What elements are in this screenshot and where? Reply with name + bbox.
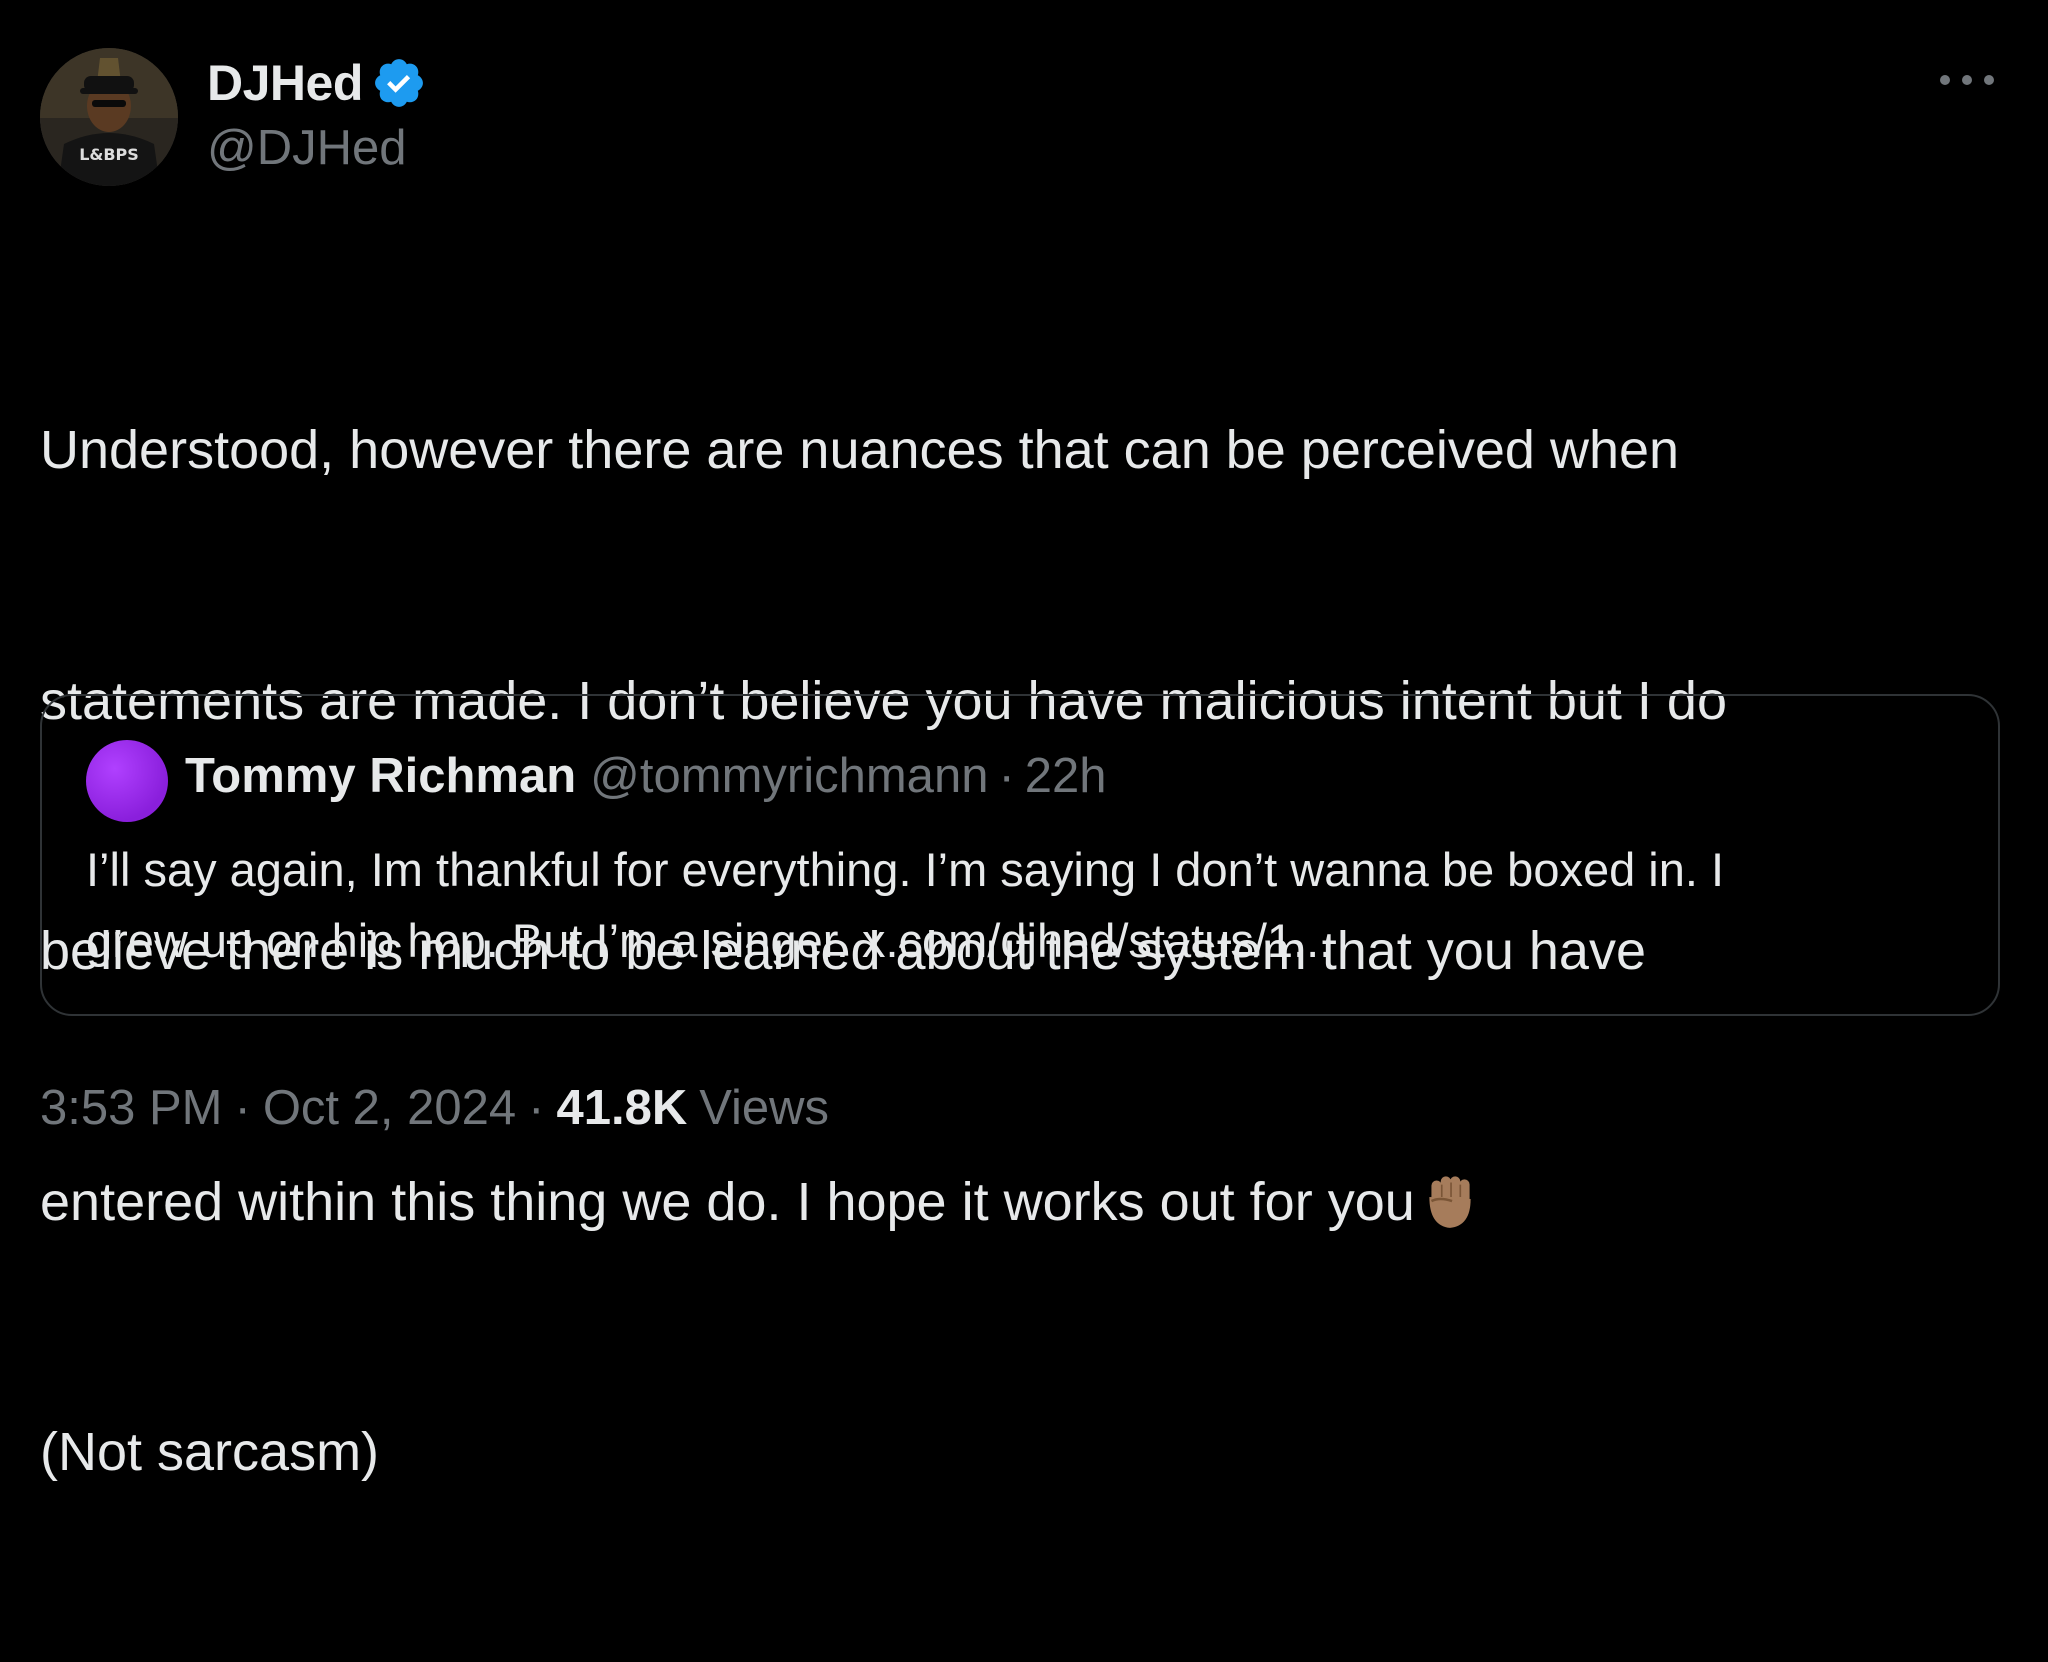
tweet-date[interactable]: Oct 2, 2024 (263, 1080, 516, 1136)
tweet-text-line-content: entered within this thing we do. I hope … (40, 1171, 1415, 1232)
author-display-name[interactable]: DJHed (207, 54, 363, 112)
verified-badge-icon[interactable] (371, 55, 427, 111)
quoted-tweet-text-line: I’ll say again, Im thankful for everythi… (86, 843, 1725, 896)
quoted-tweet-card[interactable]: Tommy Richman @tommyrichmann · 22h I’ll … (40, 694, 2000, 1016)
quoted-tweet-time[interactable]: 22h (1025, 748, 1107, 804)
author-avatar[interactable]: L&BPS (40, 48, 178, 186)
quoted-header-separator: · (998, 749, 1015, 803)
author-handle[interactable]: @DJHed (207, 120, 407, 176)
raised-fist-emoji-icon (1417, 1166, 1483, 1232)
quoted-tweet-text: I’ll say again, Im thankful for everythi… (86, 834, 1966, 976)
quoted-tweet-header: Tommy Richman @tommyrichmann · 22h (185, 748, 1107, 804)
author-name-row: DJHed (207, 50, 427, 116)
profile-photo-icon: L&BPS (40, 48, 178, 186)
tweet-text-line: (Not sarcasm) (40, 1422, 380, 1482)
svg-text:L&BPS: L&BPS (79, 145, 139, 164)
more-options-icon[interactable] (1940, 70, 1994, 90)
tweet-text-line: Understood, however there are nuances th… (40, 420, 1680, 480)
quoted-author-avatar[interactable] (86, 740, 168, 822)
views-label: Views (699, 1081, 830, 1135)
views-count: 41.8K (556, 1081, 688, 1135)
tweet-meta: 3:53 PM · Oct 2, 2024 · 41.8K Views (40, 1080, 829, 1136)
quoted-author-name[interactable]: Tommy Richman (185, 748, 576, 804)
meta-separator: · (528, 1081, 545, 1135)
quoted-tweet-text-line: grew up on hip hop. But I’m a singer. x.… (86, 914, 1333, 967)
quoted-author-handle[interactable]: @tommyrichmann (590, 748, 988, 804)
tweet: L&BPS DJHed @DJHed Understood, however t… (0, 0, 2048, 1482)
tweet-text-line: entered within this thing we do. I hope … (40, 1161, 2000, 1245)
tweet-time[interactable]: 3:53 PM (40, 1080, 222, 1136)
meta-separator: · (234, 1081, 251, 1135)
